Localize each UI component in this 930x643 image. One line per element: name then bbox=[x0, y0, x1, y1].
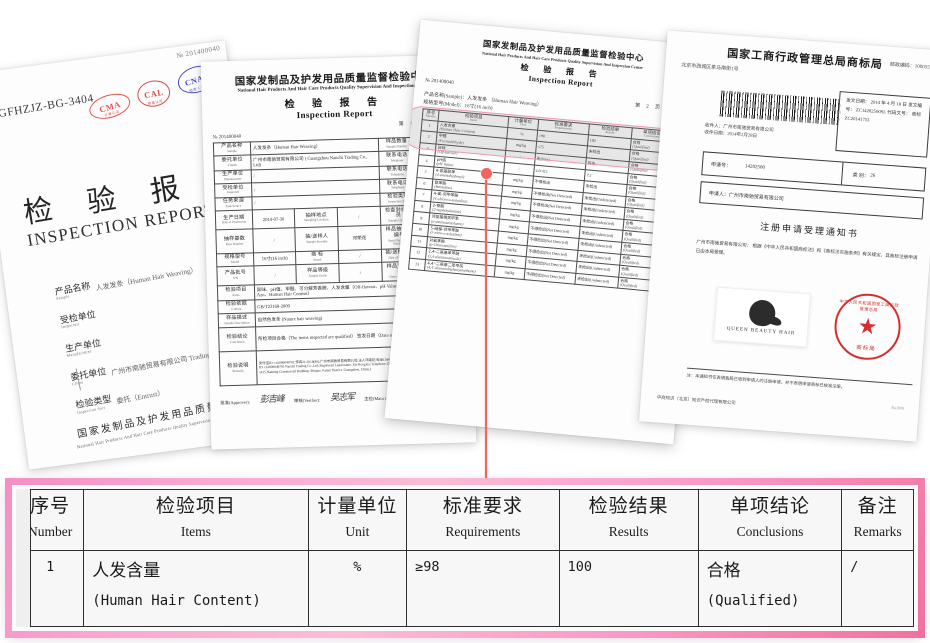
zoom-th-items: 检验项目 Items bbox=[83, 489, 309, 551]
tm-paragraph: 广州市南驰贸易有限公司： 根据《中华人民共和国商标法》和《商标法实施条例》有关规… bbox=[695, 239, 918, 261]
cover-serial-number: № 201400040 bbox=[175, 44, 221, 60]
tm-applicant: 广州市南驰贸易有限公司 bbox=[728, 192, 784, 202]
zoom-th-unit: 计量单位 Unit bbox=[307, 489, 408, 551]
approver-label: 批准(Approver): bbox=[220, 399, 250, 406]
zoom-th-remarks: 备注 Remarks bbox=[841, 489, 914, 551]
zoomed-items-table: 序号 Number 检验项目 Items 计量单位 Unit 标准要求 Requ… bbox=[16, 489, 914, 627]
page-margin-strip bbox=[16, 489, 31, 627]
approver-signature: 彭吉峰 bbox=[259, 394, 285, 406]
zoomed-detail-card: 序号 Number 检验项目 Items 计量单位 Unit 标准要求 Requ… bbox=[5, 478, 925, 638]
star-icon: ★ bbox=[856, 313, 879, 340]
tm-class: 26 bbox=[869, 173, 876, 179]
p2-items-table: 序号 Number 检验项目 Items 计量单位 Unit 标准要求 Requirem… bbox=[408, 108, 692, 295]
tm-class-label: 类 别： bbox=[852, 172, 870, 179]
zoomed-table-wrapper: 序号 Number 检验项目 Items 计量单位 Unit 标准要求 Requ… bbox=[16, 489, 914, 627]
tm-recipient-block: 收件人：广州市南驰贸易有限公司 收件日期：2014年2月28日 bbox=[704, 121, 774, 141]
table-header-row: 序号 Number 检验项目 Items 计量单位 Unit 标准要求 Requ… bbox=[16, 489, 914, 551]
tm-app-no-label: 申请号： bbox=[710, 162, 732, 169]
zoom-th-requirements: 标准要求 Requirements bbox=[406, 489, 560, 551]
tm-foot-right: No.0001 bbox=[891, 405, 905, 411]
zoom-cell-remarks: / bbox=[841, 549, 914, 627]
official-red-seal: 中华人民共和国国家工商行政管理总局 ★ 商标局 bbox=[832, 291, 903, 363]
tm-foot-note: 注：本通知书仅表明我局已收到申请人的注册申请，并不表明申请商标已核准注册。 bbox=[686, 367, 913, 396]
documents-collage: № 201400040 GFHZJZ-BG-3404 CMA 计量认证 CAL … bbox=[0, 0, 930, 643]
zoom-cell-requirement: ≥98 bbox=[406, 549, 560, 627]
tm-app-no: 14282500 bbox=[744, 163, 766, 171]
woman-head-icon bbox=[748, 299, 777, 327]
verifier-signature: 吴志军 bbox=[330, 392, 355, 404]
tm-issue-info-box: 发文日期： 2014 年 4 月 18 日 发文编号： ZC14282500SL… bbox=[835, 91, 930, 158]
tm-applicant-label: 申请人： bbox=[708, 191, 730, 198]
trademark-acceptance-notice-document[interactable]: 国家工商行政管理总局商标局 邮政编码：100055 北京市西城区茶马南街1号 收… bbox=[639, 30, 930, 442]
cal-seal: CAL 审查认可 bbox=[135, 77, 173, 110]
callout-anchor-dot-top bbox=[481, 168, 492, 179]
barcode-image bbox=[719, 90, 842, 126]
zoom-cell-unit: % bbox=[307, 549, 408, 627]
tm-issue-date-label: 发文日期： bbox=[845, 98, 870, 106]
zoom-cell-item: 人发含量 (Human Hair Content) bbox=[83, 549, 309, 627]
zoom-th-results: 检验结果 Results bbox=[558, 489, 699, 551]
cma-seal: CMA 计量认证 bbox=[86, 89, 134, 124]
p1-serial: № 201400040 bbox=[212, 134, 242, 140]
zoom-item-cn: 人发含量 bbox=[92, 560, 161, 580]
trademark-logo-text: QUEEN BEAUTY HAIR bbox=[726, 326, 796, 337]
zoom-conclusion-cn: 合格 bbox=[706, 560, 741, 580]
zoom-item-en: (Human Hair Content) bbox=[92, 593, 261, 610]
verifier-label: 审核(Verifier): bbox=[293, 397, 321, 404]
tm-header-title: 国家工商行政管理总局商标局 bbox=[726, 46, 884, 72]
tm-address: 北京市西城区茶马南街1号 bbox=[680, 63, 739, 73]
table-row: 1 人发含量 (Human Hair Content) % ≥98 100 合格… bbox=[16, 549, 914, 627]
trademark-logo: QUEEN BEAUTY HAIR bbox=[713, 286, 811, 348]
seal-bottom-text: 商标局 bbox=[855, 345, 876, 353]
tm-code-label: 代码文号： bbox=[886, 110, 911, 118]
zoom-cell-conclusion: 合格 (Qualified) bbox=[697, 549, 843, 627]
tm-issue-date: 2014 年 4 月 18 日 bbox=[870, 100, 908, 109]
zoom-conclusion-en: (Qualified) bbox=[706, 593, 800, 610]
zoom-th-conclusions: 单项结论 Conclusions bbox=[697, 489, 843, 551]
tm-issue-no: ZC14282500SL bbox=[855, 108, 887, 116]
cover-form-code: GFHZJZ-BG-3404 bbox=[0, 92, 95, 121]
seal-top-text: 中华人民共和国国家工商行政管理总局 bbox=[839, 298, 900, 313]
tm-foot-org: 中商知识（北京）知识产权代理有限公司 bbox=[656, 394, 736, 406]
zoom-cell-result: 100 bbox=[558, 549, 699, 627]
